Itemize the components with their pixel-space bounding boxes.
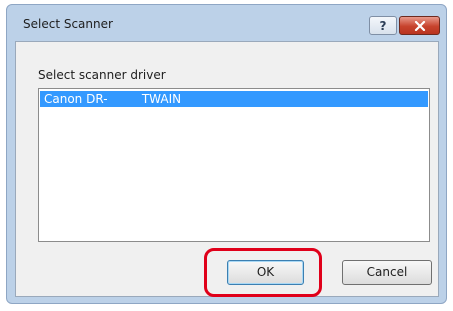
cancel-button[interactable]: Cancel xyxy=(342,260,432,285)
help-button[interactable]: ? xyxy=(369,16,397,35)
list-item[interactable]: Canon DR- TWAIN xyxy=(40,91,428,107)
window-title: Select Scanner xyxy=(23,17,113,31)
close-icon xyxy=(414,20,425,31)
driver-label: Select scanner driver xyxy=(38,68,166,82)
scanner-driver-list[interactable]: Canon DR- TWAIN xyxy=(38,88,430,242)
close-button[interactable] xyxy=(399,16,440,35)
dialog-window: Select Scanner ? Select scanner driver C… xyxy=(6,4,447,304)
dialog-body: Select scanner driver Canon DR- TWAIN OK… xyxy=(15,41,439,297)
ok-button[interactable]: OK xyxy=(227,260,304,285)
help-icon: ? xyxy=(379,18,387,33)
title-bar[interactable]: Select Scanner ? xyxy=(7,5,446,41)
